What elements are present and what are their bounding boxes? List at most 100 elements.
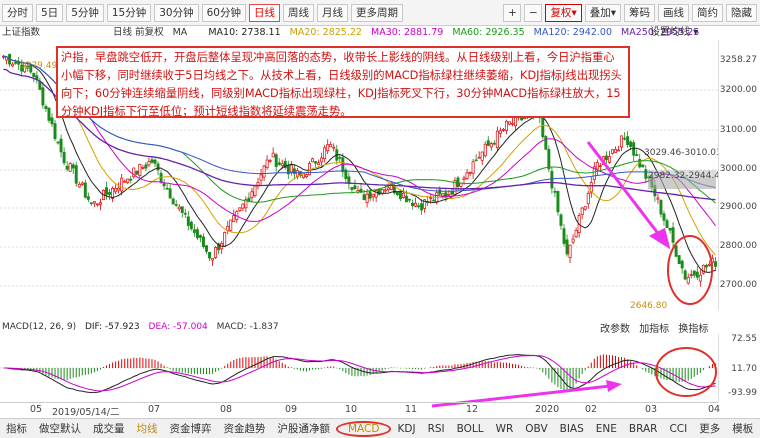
tab-bias[interactable]: BIAS — [554, 423, 590, 435]
candle-body — [83, 182, 87, 198]
axis-label: 72.55 — [731, 334, 757, 344]
candle-body — [262, 165, 266, 178]
candle-body — [508, 121, 511, 125]
candle-body — [707, 263, 711, 266]
candle-body — [677, 255, 681, 265]
candle-body — [668, 227, 672, 231]
candle-body — [229, 219, 233, 231]
tab-kdj[interactable]: KDJ — [391, 423, 421, 435]
candle-body — [671, 227, 675, 243]
tab-capital-game[interactable]: 资金博弈 — [164, 421, 218, 436]
date-label: 09 — [285, 404, 298, 415]
tab-monthly[interactable]: 月线 — [317, 3, 348, 22]
candle-body — [56, 141, 60, 144]
candle-body — [53, 123, 57, 140]
jianyue-button[interactable]: 简约 — [692, 3, 723, 22]
candle-body — [371, 193, 375, 198]
tab-60min[interactable]: 60分钟 — [201, 3, 246, 22]
ma10-legend: MA10: 2738.11 — [208, 27, 281, 38]
candle-body — [311, 158, 315, 163]
tab-15min[interactable]: 15分钟 — [106, 3, 152, 22]
candle-body — [77, 183, 81, 188]
axis-label: 3100.00 — [719, 125, 757, 135]
candle-body — [629, 141, 633, 147]
ma-setting-label: 设置均线 — [650, 27, 690, 38]
zoom-in-icon[interactable]: + — [503, 3, 522, 22]
candle-body — [695, 271, 699, 278]
overlay-dropdown[interactable]: 叠加▾ — [584, 3, 621, 22]
candle-body — [32, 73, 36, 77]
ma-setting-button[interactable]: 设置均线 ▾ — [650, 26, 730, 40]
candle-body — [232, 215, 236, 223]
date-axis: 05 2019/05/14/二 07 08 09 10 11 12 2020 0… — [0, 402, 720, 418]
candle-body — [59, 138, 63, 153]
yincang-button[interactable]: 隐藏 — [726, 3, 757, 22]
tab-weekly[interactable]: 周线 — [283, 3, 314, 22]
tab-obv[interactable]: OBV — [519, 423, 553, 435]
candle-body — [550, 170, 554, 189]
candle-body — [504, 120, 508, 131]
candle-body — [683, 270, 687, 280]
candle-body — [241, 203, 245, 209]
tab-default[interactable]: 做空默认 — [33, 421, 87, 436]
overlay-label: 叠加 — [589, 6, 611, 19]
candle-body — [604, 155, 608, 161]
zoom-out-icon[interactable]: − — [524, 3, 543, 22]
tab-30min[interactable]: 30分钟 — [154, 3, 199, 22]
macd-buttons: 改参数 加指标 换指标 — [600, 320, 714, 335]
candle-body — [162, 183, 166, 187]
candle-body — [544, 136, 548, 150]
candle-body — [417, 205, 421, 208]
candle-body — [414, 202, 418, 207]
candle-body — [205, 245, 208, 252]
candle-body — [120, 177, 124, 192]
candle-body — [11, 63, 15, 67]
candle-body — [277, 162, 281, 165]
candle-body — [659, 199, 663, 215]
axis-label: 3200.00 — [719, 85, 757, 95]
candle-body — [195, 229, 199, 239]
tab-daily[interactable]: 日线 — [249, 3, 280, 22]
tab-rsi[interactable]: RSI — [422, 423, 451, 435]
chouma-button[interactable]: 筹码 — [624, 3, 655, 22]
tab-5min[interactable]: 5分钟 — [66, 3, 104, 22]
tab-indicator[interactable]: 指标 — [0, 421, 33, 436]
tab-more[interactable]: 更多 — [693, 421, 726, 436]
tab-brar[interactable]: BRAR — [623, 423, 664, 435]
candle-body — [465, 172, 469, 179]
analysis-annotation: 沪指，早盘跳空低开，开盘后整体呈现冲高回落的态势，收带长上影线的阴线。从日线级别… — [56, 46, 630, 118]
tab-wr[interactable]: WR — [490, 423, 520, 435]
candle-body — [74, 165, 78, 184]
tab-macd[interactable]: MACD — [336, 420, 392, 437]
tab-template[interactable]: 模板 — [726, 421, 759, 436]
tab-more-periods[interactable]: 更多周期 — [351, 3, 403, 22]
candle-body — [620, 135, 624, 148]
candle-body — [189, 221, 193, 230]
date-label: 03 — [645, 404, 658, 415]
tab-hsgt-net[interactable]: 沪股通净额 — [272, 421, 337, 436]
huaxian-button[interactable]: 画线 — [658, 3, 689, 22]
candle-body — [174, 204, 178, 206]
candle-body — [314, 161, 318, 164]
tab-capital-trend[interactable]: 资金趋势 — [218, 421, 272, 436]
tab-5day[interactable]: 5日 — [36, 3, 64, 22]
candle-body — [365, 193, 369, 204]
date-label: 11 — [405, 404, 418, 415]
tab-cci[interactable]: CCI — [663, 423, 693, 435]
tab-volume[interactable]: 成交量 — [87, 421, 131, 436]
candle-body — [626, 136, 630, 146]
candle-body — [420, 203, 424, 211]
tab-fenshi[interactable]: 分时 — [2, 3, 33, 22]
fuquan-dropdown[interactable]: 复权▾ — [545, 3, 582, 22]
tab-ma[interactable]: 均线 — [131, 421, 164, 436]
candle-body — [692, 270, 696, 276]
axis-label: -93.99 — [727, 388, 757, 398]
tab-boll[interactable]: BOLL — [451, 423, 490, 435]
chart-info-bar: 上证指数 日线 前复权 MA MA10: 2738.11 MA20: 2825.… — [0, 26, 760, 40]
candle-body — [411, 202, 414, 207]
candle-body — [408, 198, 411, 201]
candle-body — [265, 159, 269, 168]
candle-body — [583, 206, 587, 210]
candle-body — [480, 151, 484, 161]
tab-ene[interactable]: ENE — [590, 423, 623, 435]
